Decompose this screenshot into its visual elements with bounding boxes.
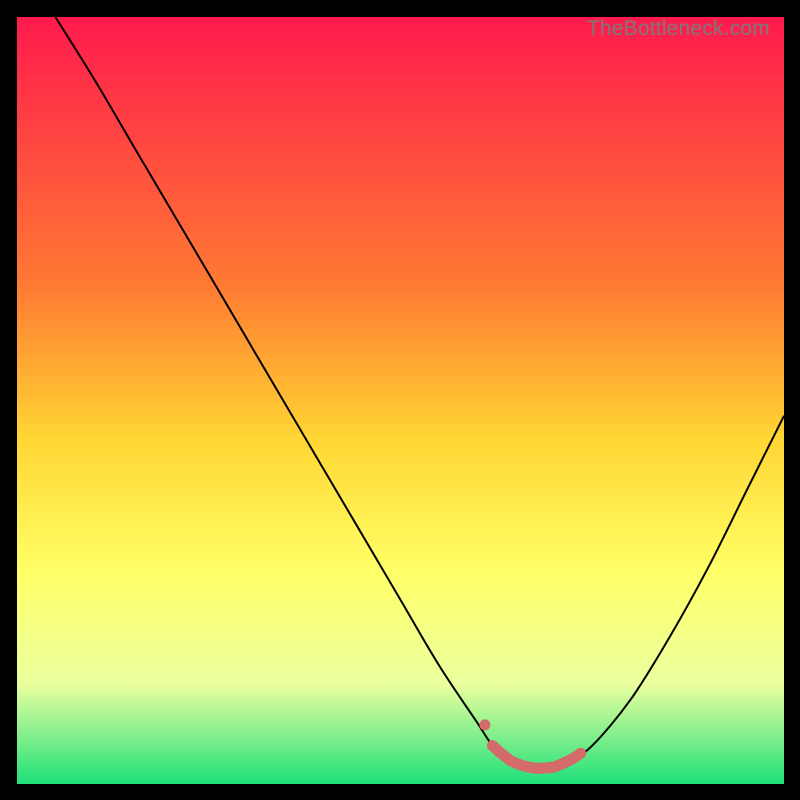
gradient-bg: [17, 17, 784, 784]
chart-frame: TheBottleneck.com: [17, 17, 784, 784]
watermark: TheBottleneck.com: [587, 17, 770, 41]
bottleneck-plot: [17, 17, 784, 784]
